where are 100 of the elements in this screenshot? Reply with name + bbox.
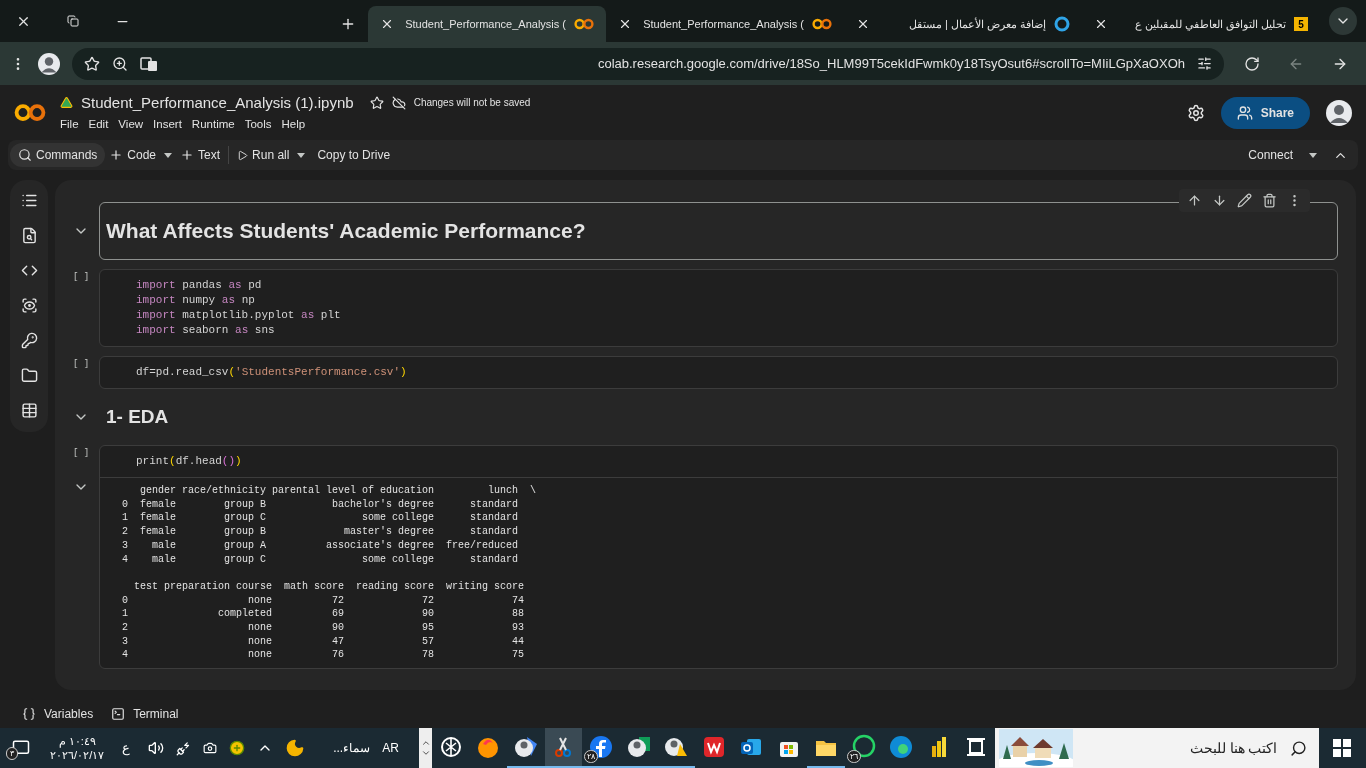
code-line: import seaborn as sns xyxy=(136,322,275,338)
play-icon xyxy=(237,149,249,161)
restore-icon[interactable] xyxy=(67,15,79,27)
notebook-name[interactable]: Student_Performance_Analysis (1).ipynb xyxy=(81,91,354,115)
move-down-icon[interactable] xyxy=(1212,193,1227,208)
avatar-icon[interactable] xyxy=(38,52,60,75)
save-notice: Changes will not be saved xyxy=(413,96,531,111)
tab-list-button[interactable] xyxy=(1329,7,1357,35)
tab-title: إضافة معرض الأعمال | مستقل xyxy=(907,16,1046,33)
translate-icon[interactable] xyxy=(140,55,158,72)
colab-logo xyxy=(14,102,46,123)
output-line: 3 none 47 57 44 xyxy=(122,634,525,649)
taskbar-app[interactable]: ٢٦ xyxy=(844,728,883,768)
code-line: import matplotlib.pyplot as plt xyxy=(136,307,341,323)
run-prompt[interactable]: [ ] xyxy=(72,357,90,371)
caret-icon[interactable] xyxy=(164,152,173,158)
caret-icon[interactable] xyxy=(1309,152,1317,158)
clock-date[interactable]: ٢٠٢٦/٠٢/١٧ xyxy=(50,748,105,762)
add-button[interactable]: Code xyxy=(105,146,161,164)
key-icon[interactable] xyxy=(20,332,38,349)
search-placeholder: اكتب هنا للبحث xyxy=(1189,738,1278,758)
code-cell[interactable]: import pandas as pd import numpy as np import matplotlib.pyplot as plt import seaborn as sns xyxy=(99,268,1338,347)
text-cell[interactable]: What Affects Students' Academic Performance? xyxy=(99,202,1338,260)
search-icon xyxy=(18,148,32,162)
star-icon[interactable] xyxy=(369,95,384,110)
reload-icon[interactable] xyxy=(1244,55,1260,72)
table-of-contents-icon[interactable] xyxy=(20,192,38,209)
folder-icon[interactable] xyxy=(20,367,38,384)
trash-icon[interactable] xyxy=(1262,193,1277,208)
plus-circle-icon[interactable] xyxy=(229,740,246,756)
copy-to-drive-button[interactable]: Copy to Drive xyxy=(309,146,399,164)
tab-title: Student_Performance_Analysis ( xyxy=(404,16,566,32)
browser-tab[interactable]: Student_Performance_Analysis ( xyxy=(606,6,844,42)
output-line: gender race/ethnicity parental level of education lunch \ xyxy=(139,484,537,498)
taskbar-app[interactable] xyxy=(544,728,583,768)
clock-time[interactable]: ١٠:٤٩ م xyxy=(58,734,96,748)
avatar-icon[interactable] xyxy=(1326,99,1352,126)
caret-icon[interactable] xyxy=(297,152,306,158)
power-icon[interactable] xyxy=(176,740,192,756)
profile-sheet-icon[interactable] xyxy=(625,734,652,760)
close-icon[interactable] xyxy=(856,17,870,31)
chat-bubble-icon[interactable] xyxy=(850,734,877,760)
new-tab-icon[interactable] xyxy=(340,16,356,32)
text-cell[interactable]: 1- EDA xyxy=(99,397,1338,436)
menu-item[interactable]: Edit xyxy=(88,116,109,134)
menu-item[interactable]: Runtime xyxy=(191,116,235,134)
bottom-panel-button[interactable]: Terminal xyxy=(111,705,179,723)
browser-tab[interactable]: إضافة معرض الأعمال | مستقل xyxy=(844,6,1082,42)
people-icon xyxy=(1236,104,1253,121)
cloud-off-icon xyxy=(391,95,406,110)
close-icon[interactable] xyxy=(1094,17,1108,31)
close-icon[interactable] xyxy=(380,17,394,31)
browser-tab[interactable]: Student_Performance_Analysis ( xyxy=(368,6,606,42)
tab-title: Student_Performance_Analysis ( xyxy=(642,16,804,32)
run-all-button[interactable]: Run all xyxy=(233,146,294,164)
input-language[interactable]: AR xyxy=(382,739,399,757)
move-up-icon[interactable] xyxy=(1187,193,1202,208)
run-prompt[interactable]: [ ] xyxy=(72,447,90,461)
facebook-icon[interactable] xyxy=(588,734,614,760)
taskbar-search-field[interactable]: اكتب هنا للبحث xyxy=(994,728,1319,768)
braces-icon xyxy=(22,707,36,721)
address-bar[interactable]: colab.research.google.com/drive/18So_HLM99T5cekIdFwmk0y18TsyOsut6#scrollTo=MIiLGpXaOXOh xyxy=(72,47,1224,80)
run-prompt[interactable]: [ ] xyxy=(72,270,90,284)
connect-button[interactable]: Connect xyxy=(1240,146,1301,164)
find-icon[interactable] xyxy=(20,227,38,244)
site-settings-icon[interactable] xyxy=(1197,56,1212,71)
eye-icon[interactable] xyxy=(20,297,38,314)
menu-item[interactable]: View xyxy=(118,116,144,134)
table-icon[interactable] xyxy=(20,402,38,419)
menu-item[interactable]: Help xyxy=(281,116,306,134)
star-icon[interactable] xyxy=(84,55,100,72)
drive-icon xyxy=(60,96,73,110)
menu-item[interactable]: File xyxy=(60,116,79,134)
output-line: 0 female group B bachelor's degree standard xyxy=(122,497,519,512)
close-icon[interactable] xyxy=(618,17,632,31)
output-line: 0 none 72 72 74 xyxy=(122,593,525,608)
scroll-down-icon[interactable] xyxy=(420,748,431,758)
bottom-panel-button[interactable]: Variables xyxy=(22,705,94,723)
url-text: colab.research.google.com/drive/18So_HLM99T5cekIdFwmk0y18TsyOsut6#scrollTo=MIiLGpXaOXOh xyxy=(596,54,1185,73)
scroll-up-icon[interactable] xyxy=(420,738,431,748)
add-button[interactable]: Text xyxy=(176,146,225,164)
keyboard-language[interactable]: ع xyxy=(122,738,131,758)
pencil-icon[interactable] xyxy=(1237,193,1252,208)
settings-icon[interactable] xyxy=(1186,103,1205,122)
edge-icon[interactable] xyxy=(888,734,915,760)
camera-icon[interactable] xyxy=(203,741,218,755)
share-button[interactable]: Share xyxy=(1220,96,1310,129)
profile-app-icon[interactable] xyxy=(512,734,539,760)
windows-start-icon[interactable] xyxy=(1333,739,1352,757)
notifications-icon[interactable] xyxy=(12,739,31,757)
menu-item[interactable]: Insert xyxy=(153,116,182,134)
weather-text[interactable]: سماء... xyxy=(333,739,371,757)
volume-icon[interactable] xyxy=(148,740,165,756)
zoom-icon[interactable] xyxy=(112,55,128,72)
menu-item[interactable]: Tools xyxy=(244,116,272,134)
commands-button[interactable]: Commands xyxy=(10,143,106,167)
code-cell[interactable] xyxy=(99,445,1338,670)
moon-icon[interactable] xyxy=(285,738,306,758)
search-icon xyxy=(1289,739,1307,757)
code-cell[interactable]: df=pd.read_csv('StudentsPerformance.csv') xyxy=(99,355,1338,389)
